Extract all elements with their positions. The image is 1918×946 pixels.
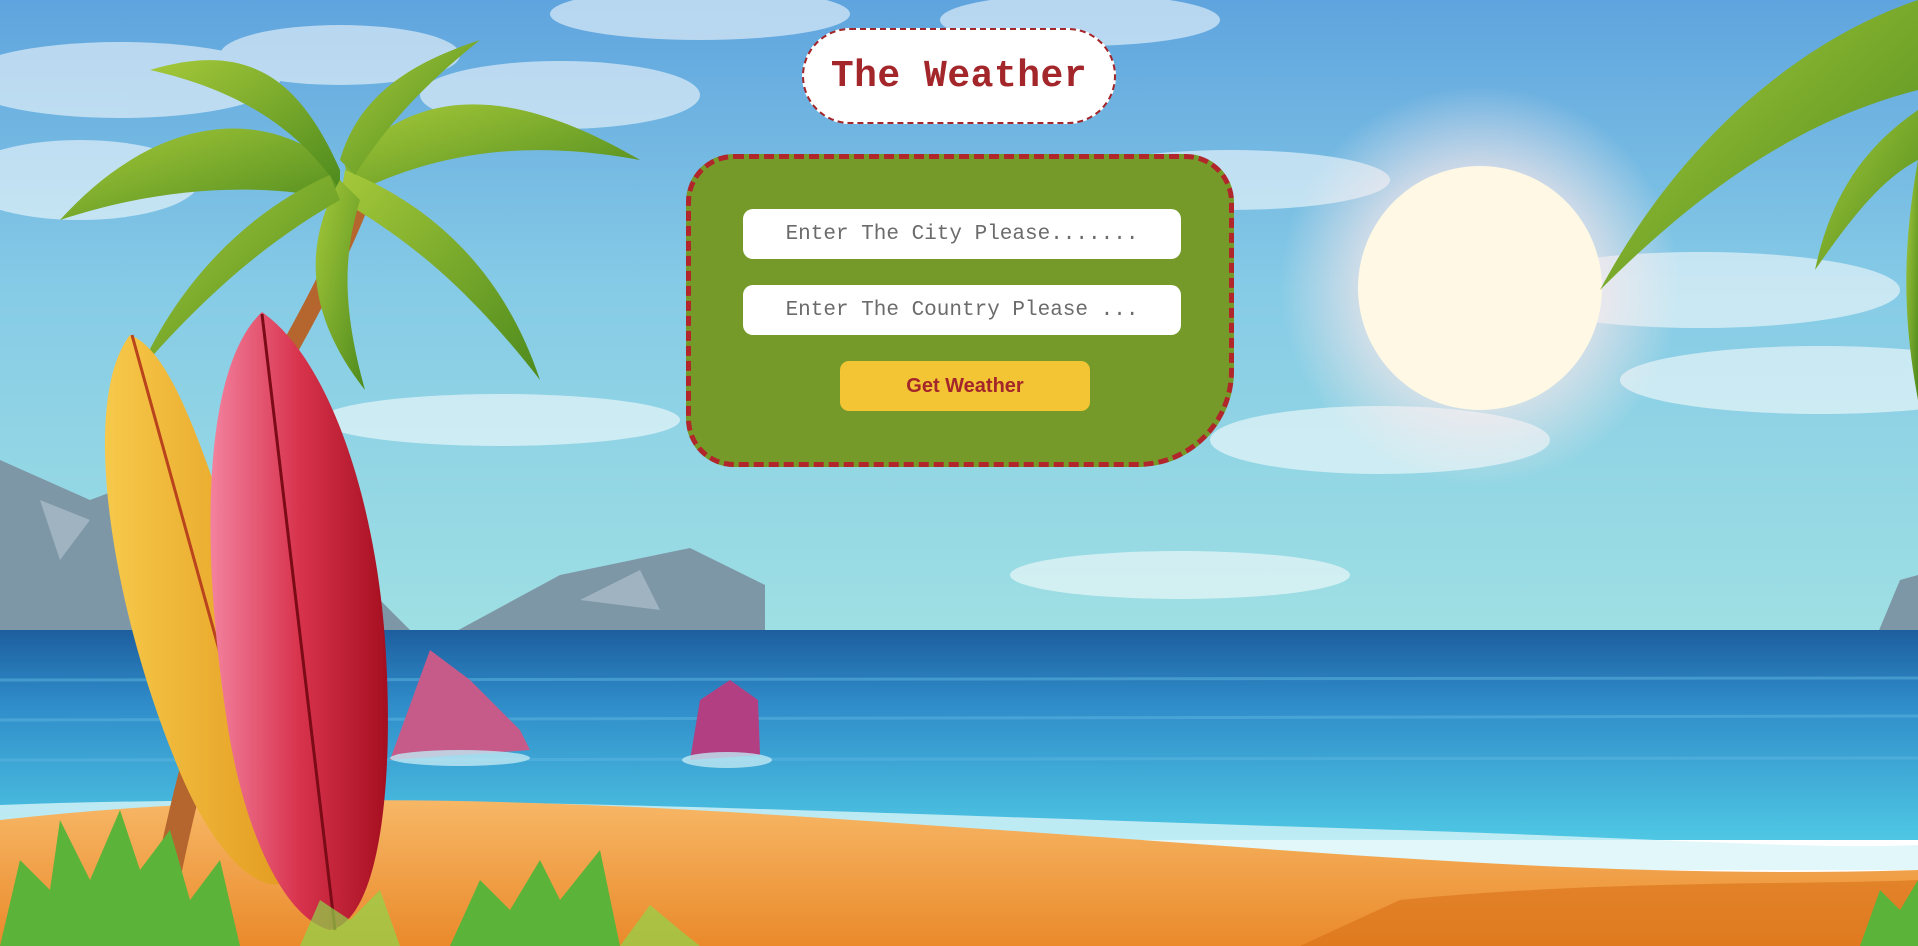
beach-background	[0, 0, 1918, 946]
get-weather-button[interactable]: Get Weather	[840, 361, 1090, 411]
city-input[interactable]	[743, 209, 1181, 259]
title-card: The Weather	[802, 28, 1116, 124]
country-input[interactable]	[743, 285, 1181, 335]
weather-form: Get Weather	[686, 154, 1234, 467]
page-title: The Weather	[830, 54, 1088, 98]
